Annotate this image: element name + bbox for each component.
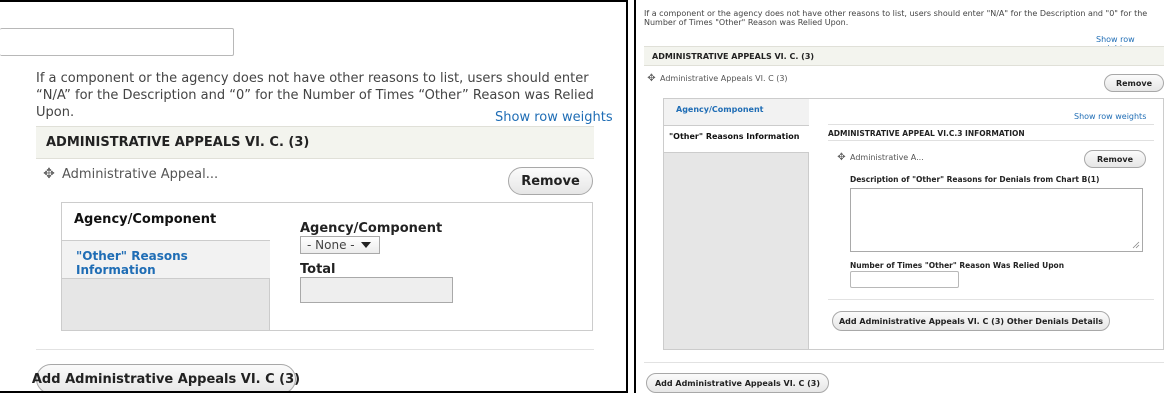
inner-draggable-row: ✥ Administrative A... [836, 152, 924, 163]
separator [644, 362, 1164, 363]
add-other-denials-details-button[interactable]: Add Administrative Appeals VI. C (3) Oth… [832, 311, 1110, 331]
vertical-tabs: Agency/Component "Other" Reasons Informa… [663, 98, 1164, 350]
tab-agency-component[interactable]: Agency/Component [664, 99, 809, 126]
show-row-weights-link[interactable]: Show row weights [495, 110, 613, 125]
select-value: - None - [307, 238, 355, 252]
tab-label: Agency/Component [676, 105, 764, 114]
inner-section-title: ADMINISTRATIVE APPEAL VI.C.3 INFORMATION [828, 129, 1025, 138]
section-title: ADMINISTRATIVE APPEALS VI. C. (3) [46, 135, 310, 150]
section-header: ADMINISTRATIVE APPEALS VI. C. (3) [36, 126, 594, 159]
top-text-input[interactable] [0, 28, 234, 56]
total-label: Total [300, 262, 336, 277]
resize-grip-icon[interactable] [1132, 241, 1140, 249]
move-cross-icon[interactable]: ✥ [646, 73, 657, 84]
description-label: Description of "Other" Reasons for Denia… [850, 175, 1100, 184]
add-administrative-appeals-button[interactable]: Add Administrative Appeals VI. C (3) [32, 364, 300, 391]
right-screenshot-panel: If a component or the agency does not ha… [634, 0, 1166, 393]
inner-separator [828, 299, 1154, 300]
remove-button[interactable]: Remove [1104, 74, 1164, 92]
draggable-row: ✥ Administrative Appeal... [40, 166, 218, 182]
move-cross-icon[interactable]: ✥ [40, 166, 58, 182]
tab-other-reasons[interactable]: "Other" Reasons Information [664, 126, 809, 153]
tab-label: "Other" Reasons Information [669, 132, 800, 141]
tab-other-reasons[interactable]: "Other" Reasons Information [62, 241, 270, 279]
section-header: ADMINISTRATIVE APPEALS VI. C. (3) [644, 46, 1164, 66]
item-label: Administrative Appeals VI. C (3) [660, 74, 788, 83]
remove-button[interactable]: Remove [508, 167, 593, 195]
vertical-tabs: Agency/Component "Other" Reasons Informa… [61, 202, 593, 331]
inner-show-row-weights-link[interactable]: Show row weights [1074, 112, 1146, 121]
description-textarea[interactable] [850, 188, 1143, 252]
separator [36, 349, 594, 350]
number-label: Number of Times "Other" Reason Was Relie… [850, 261, 1065, 270]
section-title: ADMINISTRATIVE APPEALS VI. C. (3) [652, 52, 815, 61]
tab-label: "Other" Reasons Information [76, 249, 188, 277]
add-administrative-appeals-button[interactable]: Add Administrative Appeals VI. C (3) [646, 373, 829, 393]
agency-component-label: Agency/Component [300, 221, 443, 236]
tab-agency-component[interactable]: Agency/Component [62, 203, 270, 241]
number-input[interactable] [850, 271, 959, 288]
help-text: If a component or the agency does not ha… [644, 9, 1148, 27]
inner-remove-button[interactable]: Remove [1084, 150, 1146, 168]
draggable-row: ✥ Administrative Appeals VI. C (3) [646, 73, 788, 84]
item-label: Administrative Appeal... [62, 166, 219, 182]
agency-component-select[interactable]: - None - [300, 236, 380, 254]
total-field[interactable] [300, 277, 453, 303]
caret-down-icon [360, 242, 371, 248]
inner-item-label: Administrative A... [850, 153, 924, 162]
move-cross-icon[interactable]: ✥ [836, 152, 847, 163]
left-screenshot-panel: If a component or the agency does not ha… [0, 0, 628, 393]
inner-section-header: ADMINISTRATIVE APPEAL VI.C.3 INFORMATION [828, 124, 1154, 141]
tab-label: Agency/Component [74, 212, 217, 227]
